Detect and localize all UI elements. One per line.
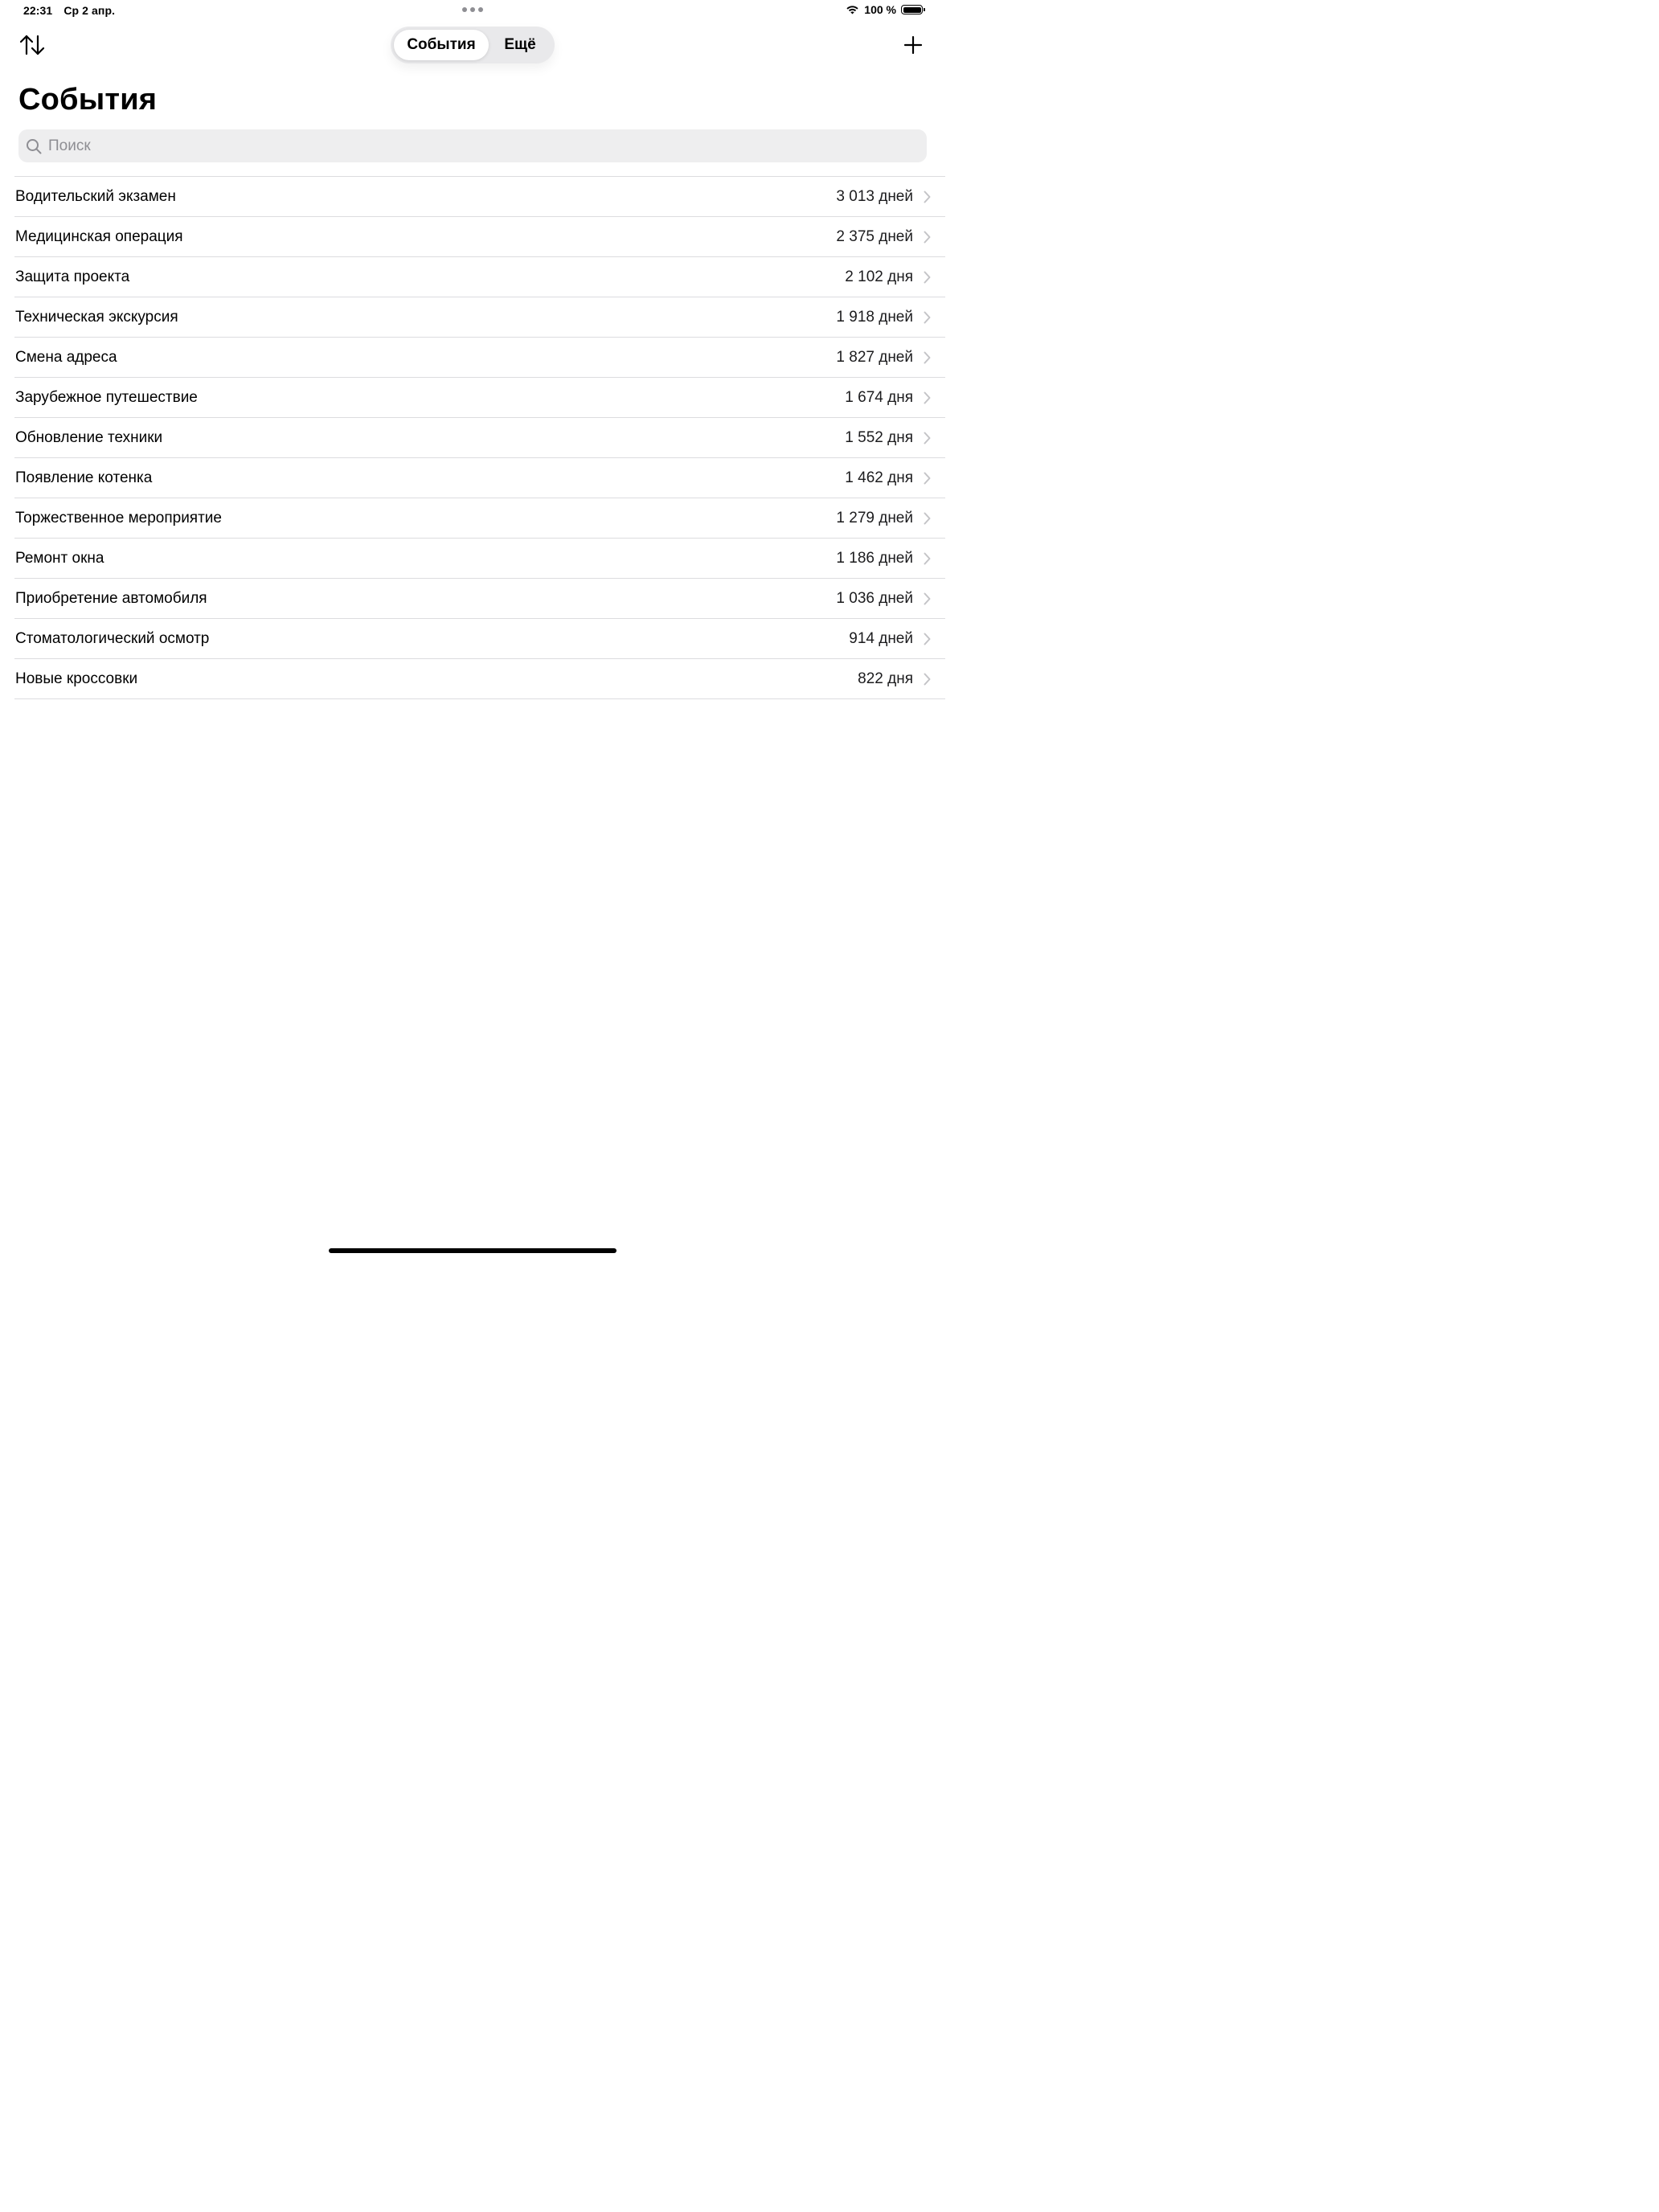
event-row[interactable]: Медицинская операция 2 375 дней — [14, 217, 945, 257]
event-title: Стоматологический осмотр — [15, 629, 210, 647]
event-days-count: 2 375 дней — [836, 227, 913, 245]
event-title: Приобретение автомобиля — [15, 589, 207, 607]
chevron-right-icon — [924, 190, 931, 203]
event-days-count: 1 462 дня — [845, 469, 913, 486]
status-time: 22:31 — [23, 4, 53, 17]
search-input[interactable] — [47, 136, 902, 156]
segmented-control: События Ещё — [391, 27, 555, 63]
event-days-count: 1 036 дней — [836, 589, 913, 607]
chevron-right-icon — [924, 512, 931, 525]
event-days-count: 1 552 дня — [845, 428, 913, 446]
event-title: Зарубежное путешествие — [15, 388, 198, 406]
segment-more[interactable]: Ещё — [489, 30, 551, 60]
event-row[interactable]: Техническая экскурсия 1 918 дней — [14, 297, 945, 338]
chevron-right-icon — [924, 552, 931, 565]
event-title: Медицинская операция — [15, 227, 183, 245]
event-title: Ремонт окна — [15, 549, 104, 567]
home-indicator[interactable] — [329, 1248, 616, 1253]
event-row[interactable]: Зарубежное путешествие 1 674 дня — [14, 378, 945, 418]
event-days-count: 3 013 дней — [836, 187, 913, 205]
event-title: Водительский экзамен — [15, 187, 176, 205]
event-days-count: 2 102 дня — [845, 268, 913, 285]
event-days-count: 1 918 дней — [836, 308, 913, 326]
event-days-count: 1 186 дней — [836, 549, 913, 567]
event-title: Торжественное мероприятие — [15, 509, 222, 526]
event-title: Защита проекта — [15, 268, 130, 285]
search-bar[interactable] — [18, 129, 927, 162]
event-row[interactable]: Торжественное мероприятие 1 279 дней — [14, 498, 945, 539]
chevron-right-icon — [924, 391, 931, 404]
plus-icon — [903, 35, 923, 55]
event-days-count: 914 дней — [849, 629, 913, 647]
event-title: Смена адреса — [15, 348, 117, 366]
status-date: Ср 2 апр. — [63, 4, 116, 17]
event-row[interactable]: Смена адреса 1 827 дней — [14, 338, 945, 378]
status-time-date: 22:31 Ср 2 апр. — [23, 4, 123, 17]
chevron-right-icon — [924, 311, 931, 324]
event-row[interactable]: Ремонт окна 1 186 дней — [14, 539, 945, 579]
event-days-count: 822 дня — [858, 670, 913, 687]
add-event-button[interactable] — [899, 32, 928, 58]
event-title: Новые кроссовки — [15, 670, 138, 687]
chevron-right-icon — [924, 472, 931, 485]
event-row[interactable]: Приобретение автомобиля 1 036 дней — [14, 579, 945, 619]
segment-events[interactable]: События — [394, 30, 489, 60]
page-title: События — [18, 83, 158, 117]
wifi-icon — [846, 6, 858, 14]
battery-icon — [901, 5, 925, 14]
chevron-right-icon — [924, 231, 931, 244]
event-row[interactable]: Стоматологический осмотр 914 дней — [14, 619, 945, 659]
event-title: Техническая экскурсия — [15, 308, 178, 326]
multitasking-dots-icon[interactable] — [462, 7, 483, 12]
event-days-count: 1 827 дней — [836, 348, 913, 366]
sort-button[interactable] — [18, 32, 47, 58]
status-indicators: 100 % — [846, 3, 925, 16]
event-title: Появление котенка — [15, 469, 153, 486]
status-bar: 22:31 Ср 2 апр. 100 % — [0, 0, 945, 23]
event-row[interactable]: Водительский экзамен 3 013 дней — [14, 177, 945, 217]
magnifying-glass-icon — [27, 138, 42, 154]
event-row[interactable]: Защита проекта 2 102 дня — [14, 257, 945, 297]
chevron-right-icon — [924, 351, 931, 364]
battery-percent: 100 % — [864, 3, 896, 16]
arrow-up-down-icon — [19, 35, 45, 55]
event-row[interactable]: Появление котенка 1 462 дня — [14, 458, 945, 498]
chevron-right-icon — [924, 432, 931, 444]
chevron-right-icon — [924, 633, 931, 645]
event-title: Обновление техники — [15, 428, 163, 446]
events-list: Водительский экзамен 3 013 дней Медицинска… — [14, 176, 945, 699]
chevron-right-icon — [924, 271, 931, 284]
event-days-count: 1 674 дня — [845, 388, 913, 406]
chevron-right-icon — [924, 673, 931, 686]
chevron-right-icon — [924, 592, 931, 605]
event-row[interactable]: Новые кроссовки 822 дня — [14, 659, 945, 699]
event-row[interactable]: Обновление техники 1 552 дня — [14, 418, 945, 458]
event-days-count: 1 279 дней — [836, 509, 913, 526]
